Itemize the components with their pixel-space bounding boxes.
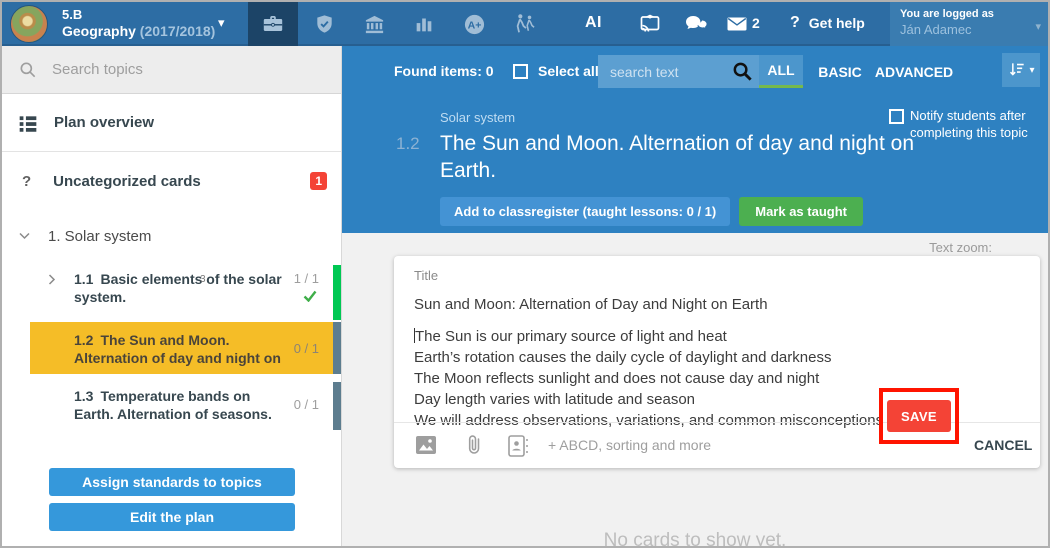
assign-standards-button[interactable]: Assign standards to topics xyxy=(49,468,295,496)
nav-grades-icon[interactable]: A+ xyxy=(454,2,494,46)
list-icon xyxy=(18,113,38,133)
mark-as-taught-button[interactable]: Mark as taught xyxy=(739,197,863,226)
tab-basic[interactable]: BASIC xyxy=(812,55,868,88)
user-menu[interactable]: You are logged as Ján Adamec ▾ xyxy=(890,2,1048,46)
logged-as-label: You are logged as xyxy=(900,7,1038,22)
sort-button[interactable]: ▾ xyxy=(1002,53,1040,87)
nav-cast-lesson-icon[interactable] xyxy=(630,2,670,46)
notify-students-label: Notify students after completing this to… xyxy=(910,107,1042,141)
editor-footer: + ABCD, sorting and more SAVE CANCEL xyxy=(394,422,1040,468)
topic-header: Found items: 0 Select all ALL BASIC ADVA… xyxy=(342,46,1048,233)
text-zoom-label: Text zoom: xyxy=(929,240,992,255)
topic-title: Basic elements of the solar system. xyxy=(74,271,282,305)
add-to-classregister-button[interactable]: Add to classregister (taught lessons: 0 … xyxy=(440,197,730,226)
insert-image-icon[interactable] xyxy=(414,433,438,462)
cancel-button[interactable]: CANCEL xyxy=(974,437,1032,453)
topic-status-bar-pending xyxy=(333,382,341,430)
topic-number: 1.2 xyxy=(74,332,100,348)
topic-progress: 0 / 1 xyxy=(294,341,319,356)
sidebar-topic-1-3[interactable]: 1.3Temperature bands on Earth. Alternati… xyxy=(2,380,341,430)
sidebar-chapter-solar-system[interactable]: 1. Solar system xyxy=(2,218,341,254)
uncategorized-count-badge: 1 xyxy=(310,172,327,190)
nav-shield-icon[interactable] xyxy=(302,2,346,46)
card-search-input[interactable] xyxy=(598,64,716,80)
topic-number: 1.3 xyxy=(74,388,100,404)
sidebar-topic-1-2-selected[interactable]: 1.2The Sun and Moon. Alternation of day … xyxy=(2,322,341,374)
app-window: 5.B Geography (2017/2018) ▾ A+ AI xyxy=(0,0,1050,548)
sort-icon xyxy=(1007,60,1027,80)
edit-plan-button[interactable]: Edit the plan xyxy=(49,503,295,531)
page-title: The Sun and Moon. Alternation of day and… xyxy=(440,130,940,184)
notify-students-checkbox[interactable] xyxy=(889,109,904,124)
plan-overview-label: Plan overview xyxy=(54,114,154,131)
insert-from-library-icon[interactable] xyxy=(506,433,530,464)
school-logo xyxy=(10,5,48,43)
topic-progress: 1 / 1 xyxy=(294,271,319,286)
get-help-label: Get help xyxy=(809,15,865,31)
save-button[interactable]: SAVE xyxy=(887,400,951,432)
topbar: 5.B Geography (2017/2018) ▾ A+ AI xyxy=(2,2,1048,46)
topic-status-bar-pending xyxy=(333,322,341,374)
title-field-label: Title xyxy=(414,268,438,283)
cards-workspace: Text zoom: Title Sun and Moon: Alternati… xyxy=(342,233,1048,546)
uncategorized-label: Uncategorized cards xyxy=(53,173,201,190)
sidebar-item-uncategorized[interactable]: ? Uncategorized cards 1 xyxy=(2,152,341,210)
select-all-checkbox[interactable] xyxy=(513,64,528,79)
nav-plans-briefcase-icon[interactable] xyxy=(248,2,298,46)
search-submit-icon[interactable] xyxy=(731,60,754,88)
help-question-icon: ? xyxy=(790,15,800,31)
topic-card-count: 3 xyxy=(200,274,206,285)
nav-mail-icon[interactable] xyxy=(720,2,754,46)
class-short: 5.B xyxy=(62,7,215,23)
found-items-label: Found items: 0 xyxy=(394,63,494,79)
chapter-label: 1. Solar system xyxy=(48,228,151,245)
topic-title: Temperature bands on Earth. Alternation … xyxy=(74,388,272,422)
nav-chat-icon[interactable] xyxy=(674,2,718,46)
sidebar-item-plan-overview[interactable]: Plan overview xyxy=(2,94,341,152)
topic-number: 1.1 xyxy=(74,271,100,287)
user-menu-caret-icon: ▾ xyxy=(1035,20,1041,33)
question-icon: ? xyxy=(22,173,31,190)
nav-attendance-icon[interactable] xyxy=(502,2,546,46)
tab-all[interactable]: ALL xyxy=(759,55,803,88)
nav-ai-label[interactable]: AI xyxy=(585,14,602,32)
card-search-box xyxy=(598,55,760,88)
class-selector[interactable]: 5.B Geography (2017/2018) xyxy=(62,7,215,39)
nav-institution-icon[interactable] xyxy=(354,2,394,46)
breadcrumb: Solar system xyxy=(440,110,515,125)
svg-text:A+: A+ xyxy=(467,19,481,31)
check-icon xyxy=(303,290,317,302)
attach-file-icon[interactable] xyxy=(462,433,486,464)
topic-title: The Sun and Moon. Alternation of day and… xyxy=(74,332,281,366)
get-help-button[interactable]: ? Get help xyxy=(790,15,865,31)
topic-search-row xyxy=(2,46,341,94)
sidebar-topic-1-1[interactable]: 1.1Basic elements of the solar system. 3… xyxy=(2,264,341,321)
chevron-down-icon xyxy=(19,232,30,240)
mail-count-badge: 2 xyxy=(752,15,760,31)
save-highlight-annotation: SAVE xyxy=(879,388,959,444)
user-name: Ján Adamec xyxy=(900,22,1038,38)
chevron-right-icon xyxy=(48,274,56,285)
topic-number: 1.2 xyxy=(396,134,420,154)
card-editor: Title Sun and Moon: Alternation of Day a… xyxy=(394,256,1040,468)
tab-advanced[interactable]: ADVANCED xyxy=(874,55,954,88)
select-all-label: Select all xyxy=(538,63,599,79)
search-icon xyxy=(18,60,38,80)
sort-caret-icon: ▾ xyxy=(1029,65,1034,76)
card-title-input[interactable]: Sun and Moon: Alternation of Day and Nig… xyxy=(414,296,768,313)
more-card-types-button[interactable]: + ABCD, sorting and more xyxy=(548,437,711,453)
class-year: (2017/2018) xyxy=(140,23,216,39)
plan-sidebar: Plan overview ? Uncategorized cards 1 1.… xyxy=(2,46,342,546)
class-subject: Geography xyxy=(62,23,136,39)
class-dropdown-caret-icon[interactable]: ▾ xyxy=(218,15,225,31)
nav-results-chart-icon[interactable] xyxy=(404,2,444,46)
topic-status-bar-done xyxy=(333,265,341,320)
empty-state-message: No cards to show yet. xyxy=(342,530,1048,548)
topic-progress: 0 / 1 xyxy=(294,397,319,412)
search-topics-input[interactable] xyxy=(52,61,292,78)
